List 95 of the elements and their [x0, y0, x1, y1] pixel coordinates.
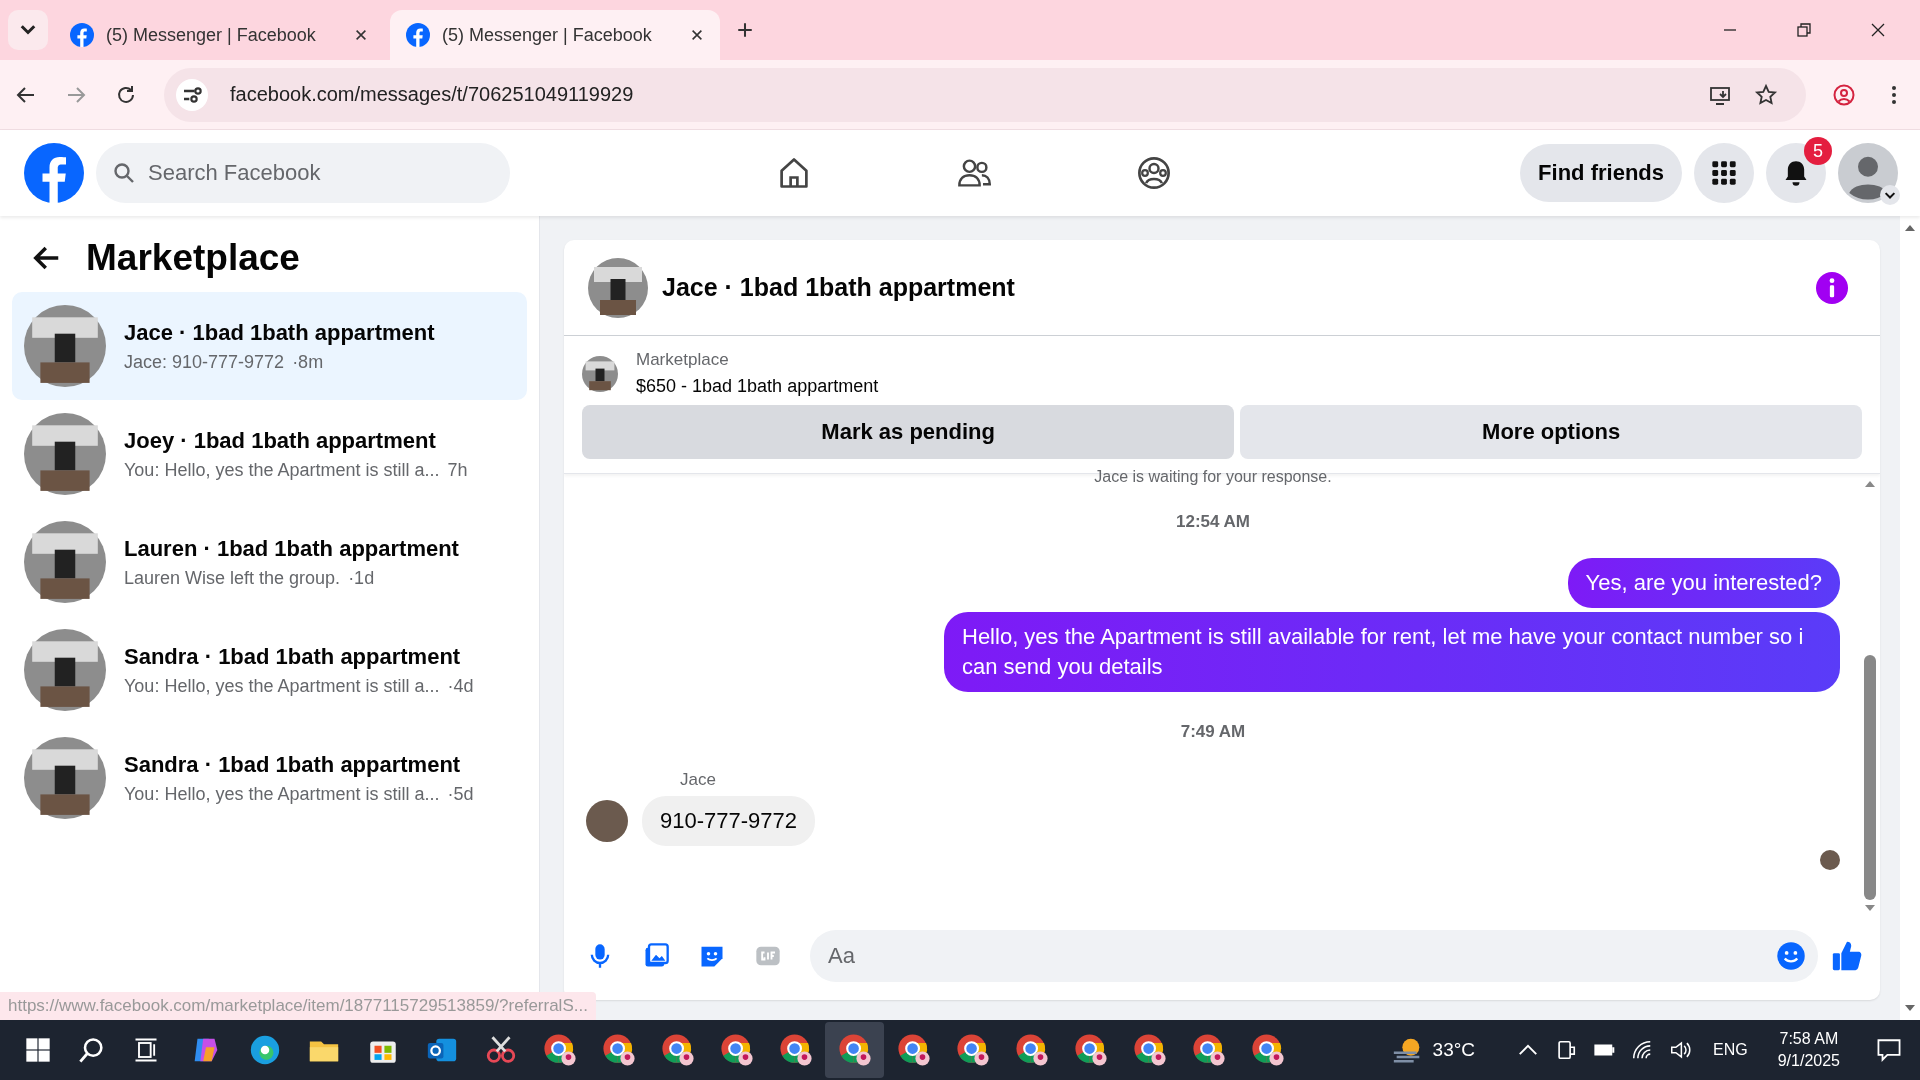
- star-icon[interactable]: [1754, 82, 1778, 107]
- address-bar[interactable]: facebook.com/messages/t/706251049119929: [164, 67, 1806, 122]
- action-button[interactable]: More options: [1240, 405, 1862, 459]
- link-preview-url: https://www.facebook.com/marketplace/item/1877115729513859/?referralS...: [0, 992, 596, 1020]
- info-icon[interactable]: [1816, 271, 1848, 304]
- clock-time[interactable]: 7:58 AM: [1779, 1028, 1839, 1050]
- conversation-item[interactable]: Sandra · 1bad 1bath appartment You: Hello, yes the Apartment is still a... ·5d: [12, 724, 527, 832]
- message-preview: Jace: 910-777-9772: [124, 351, 285, 373]
- browser-tab[interactable]: (5) Messenger | Facebook: [54, 10, 384, 60]
- close-icon[interactable]: [1870, 22, 1886, 38]
- sidebar-title: Marketplace: [86, 237, 300, 279]
- grid-icon: [1710, 159, 1738, 187]
- chrome-icon: [719, 1033, 754, 1067]
- message-preview: You: Hello, yes the Apartment is still a...: [124, 459, 440, 481]
- timestamp: ·8m: [292, 351, 324, 373]
- chrome-icon: [1250, 1033, 1285, 1067]
- group-icon[interactable]: [1136, 155, 1172, 191]
- notification-badge: 5: [1804, 137, 1832, 165]
- chrome-icon: [660, 1033, 695, 1067]
- sent-message: Hello, yes the Apartment is still available for rent, let me have your contact number so i can send you details: [944, 612, 1840, 692]
- listing-label: Marketplace: [636, 350, 730, 370]
- message-preview: You: Hello, yes the Apartment is still a...: [124, 675, 440, 697]
- chrome-icon: [1014, 1033, 1049, 1067]
- close-icon[interactable]: [354, 28, 368, 42]
- notifications-button[interactable]: [1766, 143, 1826, 203]
- timestamp: ·4d: [447, 675, 474, 697]
- notifications-icon[interactable]: [1876, 1037, 1902, 1063]
- conversation-title: Sandra · 1bad 1bath appartment: [124, 751, 462, 778]
- emoji-icon[interactable]: [1776, 941, 1806, 971]
- scroll-up-icon[interactable]: [1904, 224, 1916, 232]
- chrome-icon: [837, 1033, 872, 1067]
- timestamp: 7h: [447, 459, 468, 481]
- read-receipt-avatar: [1820, 850, 1840, 870]
- timestamp: ·5d: [447, 783, 474, 805]
- message-field[interactable]: Aa: [810, 930, 1818, 982]
- conversation-item[interactable]: Joey · 1bad 1bath appartment You: Hello, yes the Apartment is still a... 7h: [12, 400, 527, 508]
- close-icon[interactable]: [690, 28, 704, 42]
- timestamp: ·1d: [348, 567, 375, 589]
- listing-thumbnail: [582, 355, 618, 392]
- sender-name: Jace: [680, 770, 717, 790]
- facebook-icon: [70, 23, 94, 47]
- speaker-icon[interactable]: [1669, 1039, 1692, 1061]
- chrome-icon: [1073, 1033, 1108, 1067]
- chat-title: Jace · 1bad 1bath appartment: [662, 273, 1015, 302]
- language-indicator[interactable]: ENG: [1713, 1041, 1748, 1059]
- taskbar-app-button[interactable]: [825, 1022, 884, 1078]
- conversation-title: Joey · 1bad 1bath appartment: [124, 427, 437, 454]
- message-preview: Lauren Wise left the group.: [124, 567, 341, 589]
- tab-search-button[interactable]: [8, 10, 48, 50]
- start-icon[interactable]: [24, 1036, 52, 1064]
- conversation-item[interactable]: Lauren · 1bad 1bath appartment Lauren Wise left the group. ·1d: [12, 508, 527, 616]
- sent-message: Yes, are you interested?: [1567, 558, 1840, 608]
- device-icon[interactable]: [1555, 1039, 1578, 1061]
- search-field[interactable]: Search Facebook: [96, 143, 510, 203]
- new-tab-icon[interactable]: [736, 21, 754, 39]
- status-notice: Jace is waiting for your response.: [1093, 468, 1333, 486]
- chrome-icon: [1191, 1033, 1226, 1067]
- conversation-item[interactable]: Jace · 1bad 1bath appartment Jace: 910-777-9772 ·8m: [12, 292, 527, 400]
- menu-button[interactable]: [1694, 143, 1754, 203]
- conversation-item[interactable]: Sandra · 1bad 1bath appartment You: Hello, yes the Apartment is still a... ·4d: [12, 616, 527, 724]
- listing-title[interactable]: $650 - 1bad 1bath appartment: [636, 376, 879, 397]
- chrome-icon: [778, 1033, 813, 1067]
- conversation-title: Sandra · 1bad 1bath appartment: [124, 643, 462, 670]
- chrome-icon: [601, 1033, 636, 1067]
- avatar-icon: [1838, 143, 1898, 203]
- account-button[interactable]: [1838, 143, 1898, 203]
- listing-thumbnail: [588, 257, 648, 318]
- scroll-up-icon[interactable]: [1864, 480, 1876, 488]
- caret-icon: [1880, 185, 1900, 205]
- message-time: 7:49 AM: [1179, 722, 1247, 742]
- facebook-icon: [406, 23, 430, 47]
- message-time: 12:54 AM: [1175, 512, 1251, 532]
- conversation-title: Lauren · 1bad 1bath appartment: [124, 535, 459, 562]
- find-friends-button[interactable]: Find friends: [1520, 144, 1682, 202]
- action-button[interactable]: Mark as pending: [582, 405, 1235, 459]
- profile-icon[interactable]: [1832, 82, 1856, 107]
- facebook-logo[interactable]: [24, 143, 84, 203]
- scroll-down-icon[interactable]: [1904, 1004, 1916, 1012]
- scroll-down-icon[interactable]: [1864, 904, 1876, 912]
- temperature[interactable]: 33°C: [1432, 1039, 1476, 1061]
- avatar-photo: [586, 800, 628, 842]
- message-preview: You: Hello, yes the Apartment is still a...: [124, 783, 440, 805]
- chrome-icon: [542, 1033, 577, 1067]
- chrome-icon: [896, 1033, 931, 1067]
- thumbs-up-icon[interactable]: [1830, 939, 1864, 973]
- chrome-icon: [955, 1033, 990, 1067]
- conversation-title: Jace · 1bad 1bath appartment: [124, 319, 435, 346]
- site-settings-icon[interactable]: [176, 78, 208, 111]
- clock-date[interactable]: 9/1/2025: [1777, 1050, 1840, 1072]
- browser-tab[interactable]: (5) Messenger | Facebook: [390, 10, 720, 60]
- received-message: 910-777-9772: [642, 796, 815, 846]
- search-icon[interactable]: [78, 1036, 106, 1064]
- chrome-icon: [1132, 1033, 1167, 1067]
- scrollbar-thumb[interactable]: [1864, 655, 1876, 900]
- restore-icon[interactable]: [1796, 22, 1812, 38]
